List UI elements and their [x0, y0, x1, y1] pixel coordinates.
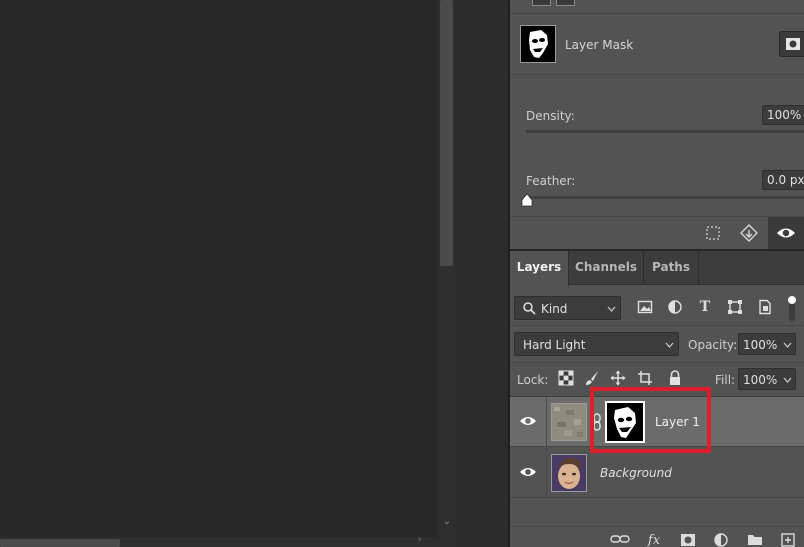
fill-input[interactable]: 100%: [738, 368, 796, 390]
toggle-mask-visibility-button[interactable]: [768, 217, 804, 250]
opacity-input[interactable]: 100%: [738, 333, 796, 355]
feather-input[interactable]: 0.0 px: [762, 170, 804, 190]
filter-kind-label: Kind: [541, 302, 568, 316]
filter-toggle-switch[interactable]: [788, 295, 796, 322]
fill-label: Fill:: [715, 373, 736, 387]
mask-icon[interactable]: [678, 533, 698, 547]
properties-panel: Layer Mask Density: 100% Feather: 0.0 px: [510, 0, 804, 250]
tab-paths[interactable]: Paths: [644, 251, 699, 285]
lock-image-icon[interactable]: [583, 370, 601, 388]
layer-filter-row: Kind T: [510, 286, 804, 326]
blend-mode-value: Hard Light: [523, 338, 586, 352]
layers-footer-toolbar: fx: [510, 526, 804, 547]
adjustment-icon[interactable]: [711, 533, 731, 547]
blend-mode-select[interactable]: Hard Light: [514, 332, 679, 356]
layer-name[interactable]: Background: [600, 466, 672, 480]
type-filter-icon[interactable]: T: [696, 299, 714, 317]
smart-object-filter-icon[interactable]: [756, 299, 774, 317]
shape-filter-icon[interactable]: [726, 299, 744, 317]
fx-icon[interactable]: fx: [644, 533, 664, 547]
mask-thumbnail: [520, 25, 556, 63]
document-canvas[interactable]: [0, 0, 437, 537]
tab-layers[interactable]: Layers: [510, 251, 569, 286]
filter-kind-select[interactable]: Kind: [514, 296, 621, 320]
lock-position-icon[interactable]: [609, 370, 627, 388]
new-layer-icon[interactable]: [778, 533, 798, 547]
eye-icon[interactable]: [518, 413, 538, 429]
adjustment-filter-icon[interactable]: [666, 299, 684, 317]
highlight-annotation: [590, 387, 711, 453]
density-input[interactable]: 100%: [762, 105, 804, 125]
chevron-down-icon: [665, 342, 674, 348]
lock-label: Lock:: [517, 373, 549, 387]
link-layers-icon[interactable]: [610, 533, 630, 547]
lock-transparent-icon[interactable]: [557, 370, 575, 388]
opacity-label: Opacity:: [688, 338, 738, 352]
chevron-down-icon[interactable]: [783, 342, 792, 348]
eye-icon[interactable]: [518, 464, 538, 480]
feather-slider[interactable]: [526, 196, 804, 199]
image-filter-icon[interactable]: [636, 299, 654, 317]
opacity-value: 100%: [743, 338, 778, 352]
search-icon: [523, 302, 536, 315]
properties-toolbar: [510, 216, 804, 250]
properties-header-strip: [510, 0, 804, 14]
layer-mask-header: Layer Mask: [510, 15, 804, 75]
feather-slider-handle[interactable]: [521, 193, 533, 207]
chevron-down-icon[interactable]: [783, 377, 792, 383]
add-pixel-mask-button[interactable]: [779, 31, 804, 57]
density-slider[interactable]: [526, 130, 804, 133]
vector-mask-icon[interactable]: [556, 0, 575, 6]
mask-title: Layer Mask: [565, 38, 634, 52]
load-selection-icon[interactable]: [701, 222, 725, 244]
visibility-column-divider: [546, 397, 547, 447]
layer-row-background[interactable]: Background: [510, 448, 804, 498]
fill-value: 100%: [743, 373, 778, 387]
pixel-mask-icon[interactable]: [532, 0, 551, 6]
tab-channels[interactable]: Channels: [569, 251, 644, 285]
horizontal-scroll-thumb[interactable]: [0, 539, 120, 547]
scroll-right-arrow-icon[interactable]: ›: [418, 535, 432, 547]
layer-1-thumbnail[interactable]: [551, 403, 587, 441]
feather-label: Feather:: [526, 174, 576, 188]
lock-all-icon[interactable]: [666, 370, 684, 388]
layers-tabbar: Layers Channels Paths: [510, 251, 804, 286]
apply-mask-icon[interactable]: [737, 222, 761, 244]
vertical-scroll-thumb[interactable]: [440, 0, 453, 266]
panel-dock-gutter: [456, 0, 508, 547]
blend-mode-row: Hard Light Opacity: 100%: [510, 327, 804, 363]
background-thumbnail[interactable]: [551, 454, 587, 492]
scroll-down-arrow-icon[interactable]: ⌄: [441, 516, 453, 530]
visibility-column-divider: [546, 448, 547, 498]
chevron-down-icon: [607, 306, 616, 312]
folder-icon[interactable]: [745, 533, 765, 547]
density-label: Density:: [526, 109, 575, 123]
lock-artboard-icon[interactable]: [636, 370, 654, 388]
